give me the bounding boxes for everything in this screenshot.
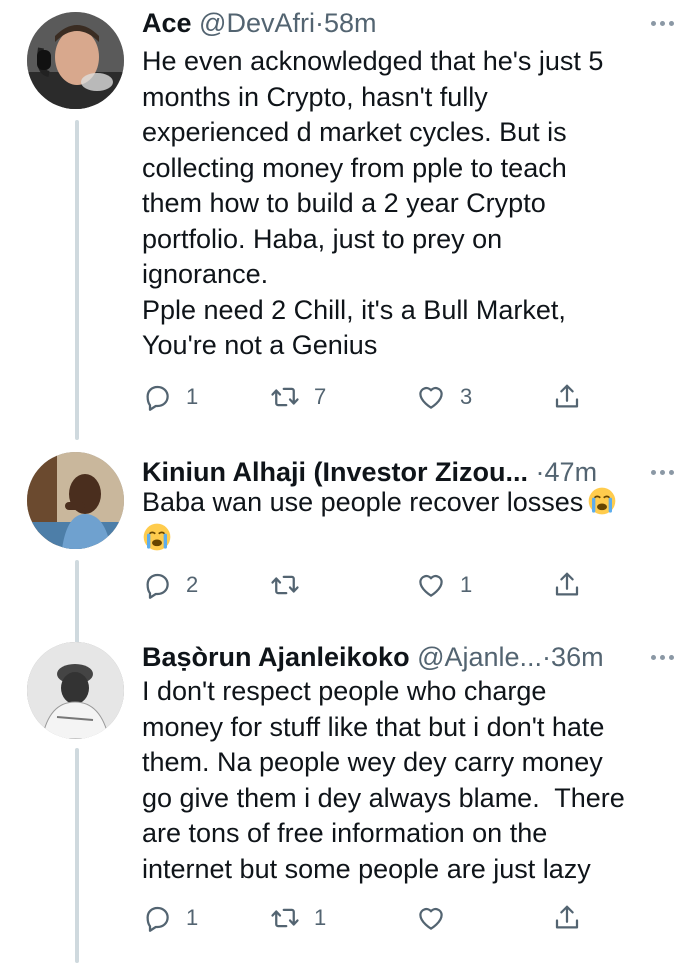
- avatar[interactable]: [27, 452, 124, 549]
- reply-icon: [146, 385, 169, 411]
- user-handle[interactable]: @DevAfri: [199, 8, 315, 38]
- reply-button[interactable]: 1: [142, 377, 198, 417]
- tweet-text: Baba wan use people recover losses: [142, 485, 665, 556]
- tweet-actions: 1 7 3: [142, 377, 592, 417]
- tweet-actions: 1 1: [142, 898, 592, 938]
- like-count: 1: [460, 572, 473, 597]
- reply-button[interactable]: 2: [142, 565, 198, 605]
- reply-count: 2: [186, 572, 199, 597]
- retweet-button[interactable]: 1: [270, 898, 326, 938]
- display-name[interactable]: Kiniun Alhaji (Investor Zizou...: [142, 457, 528, 487]
- heart-icon: [419, 907, 443, 930]
- tweet-header: Ace @DevAfri·58m: [142, 3, 680, 43]
- share-button[interactable]: [552, 898, 582, 938]
- avatar[interactable]: [27, 12, 124, 109]
- more-options-icon[interactable]: [644, 3, 680, 43]
- reply-count: 1: [186, 384, 199, 409]
- tweet[interactable]: Kiniun Alhaji (Investor Zizou... ·47m Ba…: [0, 440, 700, 630]
- tweet-header: Baṣòrun Ajanleikoko @Ajanle...·36m: [142, 637, 680, 677]
- separator-dot: ·: [314, 8, 324, 38]
- display-name[interactable]: Ace: [142, 8, 192, 38]
- share-icon: [555, 572, 579, 596]
- heart-icon: [419, 386, 443, 409]
- user-handle[interactable]: @Ajanle...: [417, 642, 542, 672]
- tweet-text: I don't respect people who charge money …: [142, 676, 625, 884]
- display-name[interactable]: Baṣòrun Ajanleikoko: [142, 642, 410, 672]
- heart-icon: [419, 574, 443, 597]
- timestamp[interactable]: 47m: [545, 457, 598, 487]
- share-icon: [555, 905, 579, 929]
- timestamp[interactable]: 36m: [551, 642, 604, 672]
- tweet-text: He even acknowledged that he's just 5 mo…: [142, 46, 604, 360]
- retweet-count: 7: [314, 384, 327, 409]
- like-count: 3: [460, 384, 473, 409]
- retweet-count: 1: [314, 905, 327, 930]
- share-button[interactable]: [552, 565, 582, 605]
- separator-dot: ·: [542, 642, 552, 672]
- more-options-icon[interactable]: [644, 637, 680, 677]
- reply-icon: [146, 906, 169, 932]
- retweet-icon: [271, 387, 299, 407]
- reply-button[interactable]: 1: [142, 898, 198, 938]
- tweet[interactable]: Ace @DevAfri·58m He even acknowledged th…: [0, 0, 700, 440]
- retweet-button[interactable]: 7: [270, 377, 326, 417]
- crying-face-icon: [143, 523, 171, 550]
- tweet-actions: 2 1: [142, 565, 592, 605]
- tweet-text-content: Baba wan use people recover losses: [142, 487, 584, 517]
- reply-icon: [146, 573, 169, 599]
- retweet-button[interactable]: [270, 565, 314, 605]
- avatar[interactable]: [27, 642, 124, 739]
- crying-face-icon: [588, 487, 616, 515]
- retweet-icon: [271, 575, 299, 595]
- share-button[interactable]: [552, 377, 582, 417]
- separator-dot: ·: [535, 457, 545, 487]
- timestamp[interactable]: 58m: [324, 8, 377, 38]
- retweet-icon: [271, 908, 299, 928]
- like-button[interactable]: 3: [416, 377, 472, 417]
- like-button[interactable]: 1: [416, 565, 472, 605]
- reply-count: 1: [186, 905, 199, 930]
- tweet[interactable]: Baṣòrun Ajanleikoko @Ajanle...·36m I don…: [0, 630, 700, 963]
- share-icon: [555, 384, 579, 408]
- like-button[interactable]: [416, 898, 460, 938]
